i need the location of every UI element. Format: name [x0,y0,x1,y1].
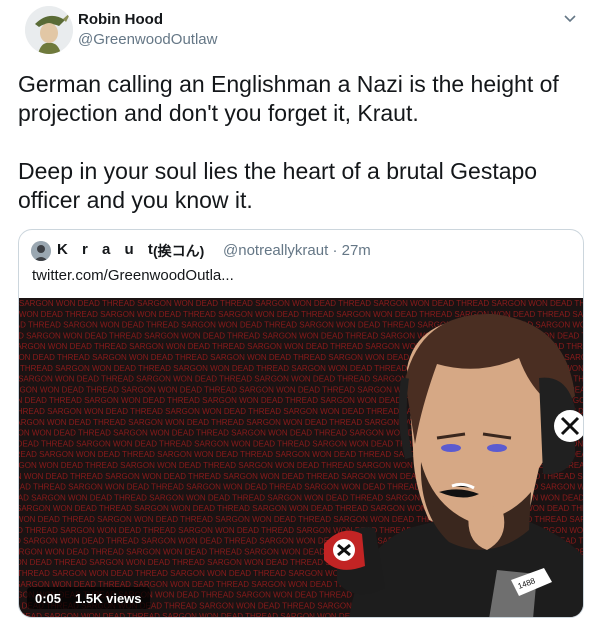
quoted-tweet-time: · 27m [332,242,371,259]
chevron-down-icon [564,15,576,23]
quoted-author-name-suffix: (挨コん) [153,243,205,259]
author-name[interactable]: Robin Hood [78,11,163,28]
quoted-author-handle-and-time: @notreallykraut · 27m [223,242,371,259]
video-stats-badge: 0:05 1.5K views [27,587,150,609]
video-views: 1.5K views [75,590,142,606]
background-text-line: SARGON WON DEAD THREAD SARGON WON DEAD T… [19,299,584,308]
quoted-author-avatar[interactable] [31,241,51,261]
avatar-illustration [31,241,51,261]
author-avatar[interactable] [25,6,73,54]
tweet-menu-button[interactable] [561,10,579,28]
video-timestamp: 0:05 [35,590,62,606]
video-thumbnail: SARGON WON DEAD THREAD SARGON WON DEAD T… [19,299,584,617]
quoted-tweet[interactable]: K r a u t (挨コん) @notreallykraut · 27m tw… [18,229,584,618]
video-player[interactable]: SARGON WON DEAD THREAD SARGON WON DEAD T… [19,298,584,617]
quoted-author-handle: @notreallykraut [223,242,329,259]
quoted-tweet-link[interactable]: twitter.com/GreenwoodOutla... [32,267,234,284]
quoted-author-name[interactable]: K r a u t [57,241,158,258]
author-handle[interactable]: @GreenwoodOutlaw [78,31,217,48]
avatar-illustration [25,6,73,54]
tweet-paragraph: German calling an Englishman a Nazi is t… [18,71,559,126]
tweet-text: German calling an Englishman a Nazi is t… [18,70,578,215]
tweet-paragraph: Deep in your soul lies the heart of a br… [18,158,538,213]
